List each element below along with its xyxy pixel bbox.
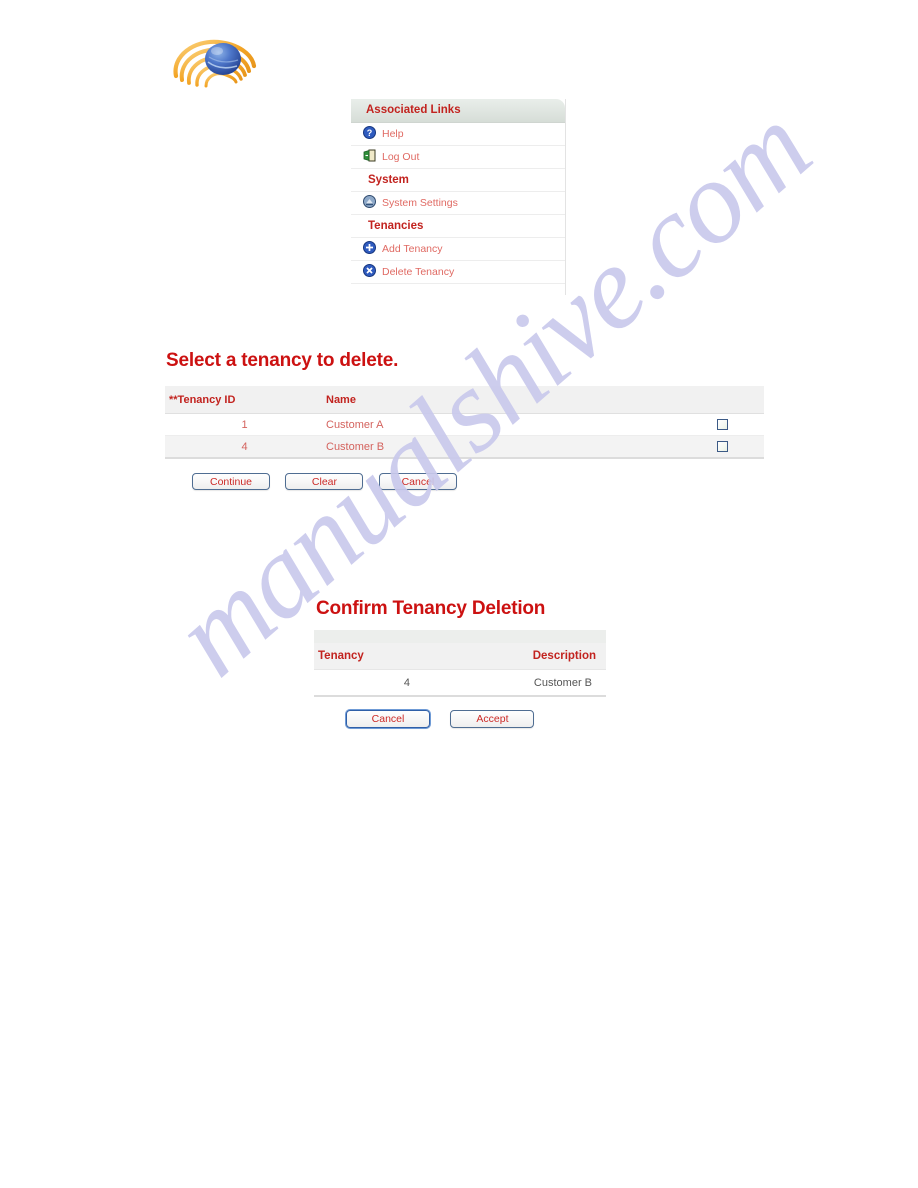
confirm-deletion-title: Confirm Tenancy Deletion <box>316 598 546 619</box>
assoc-panel-footer <box>351 284 565 295</box>
cell-tenancy-name: Customer A <box>324 413 556 436</box>
col-header-name: Name <box>324 386 556 414</box>
table-row[interactable]: 1 Customer A <box>165 413 764 436</box>
assoc-link-add-tenancy[interactable]: Add Tenancy <box>351 238 565 261</box>
confirm-table: Tenancy Description 4 Customer B <box>314 630 606 697</box>
col-header-select <box>680 386 764 414</box>
select-tenancy-button-row: Continue Clear Cancel <box>165 472 755 490</box>
logo-svg <box>173 39 257 88</box>
confirm-table-header-row: Tenancy Description <box>314 643 606 670</box>
tenancy-table-body: 1 Customer A 4 Customer B <box>165 413 764 459</box>
confirm-table-top-band <box>314 630 606 643</box>
assoc-section-tenancies: Tenancies <box>351 215 565 238</box>
continue-button[interactable]: Continue <box>192 473 270 490</box>
assoc-link-logout-label: Log Out <box>382 151 420 164</box>
svg-text:?: ? <box>367 128 373 138</box>
table-row: 4 Customer B <box>314 669 606 697</box>
help-icon: ? <box>363 125 376 139</box>
accept-button[interactable]: Accept <box>450 710 535 728</box>
confirm-band-cell <box>314 630 606 643</box>
confirm-deletion-section: Confirm Tenancy Deletion Tenancy Descrip… <box>314 598 614 728</box>
cell-tenancy-id: 1 <box>165 413 324 436</box>
col-header-description: Description <box>460 643 606 670</box>
associated-links-header: Associated Links <box>351 99 565 123</box>
col-header-tenancy: Tenancy <box>314 643 460 670</box>
cell-select <box>680 435 764 459</box>
cell-spacer <box>556 413 680 436</box>
tenancy-table-head: **Tenancy ID Name <box>165 386 764 414</box>
assoc-section-tenancies-label: Tenancies <box>368 220 424 232</box>
assoc-link-logout[interactable]: Log Out <box>351 146 565 169</box>
row-select-checkbox[interactable] <box>716 441 728 453</box>
associated-links-panel: Associated Links ? Help Log Out System S… <box>351 99 565 295</box>
logout-icon <box>363 148 376 162</box>
assoc-link-add-tenancy-label: Add Tenancy <box>382 243 443 256</box>
confirm-cancel-button[interactable]: Cancel <box>346 710 430 728</box>
select-tenancy-title: Select a tenancy to delete. <box>166 350 399 371</box>
row-select-checkbox[interactable] <box>716 419 728 431</box>
cell-tenancy: 4 <box>314 669 460 697</box>
assoc-section-system: System <box>351 169 565 192</box>
col-header-tenancy-id: **Tenancy ID <box>165 386 324 414</box>
cell-tenancy-id: 4 <box>165 435 324 459</box>
assoc-link-system-settings-label: System Settings <box>382 197 458 210</box>
cell-spacer <box>556 435 680 459</box>
tenancy-table-header-row: **Tenancy ID Name <box>165 386 764 414</box>
confirm-deletion-button-row: Cancel Accept <box>314 709 614 728</box>
assoc-link-delete-tenancy[interactable]: Delete Tenancy <box>351 261 565 284</box>
clear-button[interactable]: Clear <box>285 473 364 490</box>
cancel-button[interactable]: Cancel <box>378 473 457 490</box>
assoc-link-delete-tenancy-label: Delete Tenancy <box>382 266 455 279</box>
tenancy-table: **Tenancy ID Name 1 Customer A 4 Custome… <box>165 386 764 459</box>
table-row[interactable]: 4 Customer B <box>165 435 764 459</box>
cell-description: Customer B <box>460 669 606 697</box>
assoc-section-system-label: System <box>368 174 409 186</box>
system-settings-icon <box>363 194 376 208</box>
col-header-spacer <box>556 386 680 414</box>
assoc-link-help-label: Help <box>382 128 404 141</box>
delete-icon <box>363 263 376 277</box>
confirm-table-body: Tenancy Description 4 Customer B <box>314 630 606 697</box>
assoc-link-system-settings[interactable]: System Settings <box>351 192 565 215</box>
select-tenancy-section: Select a tenancy to delete. **Tenancy ID… <box>165 350 764 490</box>
add-icon <box>363 240 376 254</box>
company-logo <box>168 32 266 92</box>
cell-select <box>680 413 764 436</box>
assoc-link-help[interactable]: ? Help <box>351 123 565 146</box>
cell-tenancy-name: Customer B <box>324 435 556 459</box>
